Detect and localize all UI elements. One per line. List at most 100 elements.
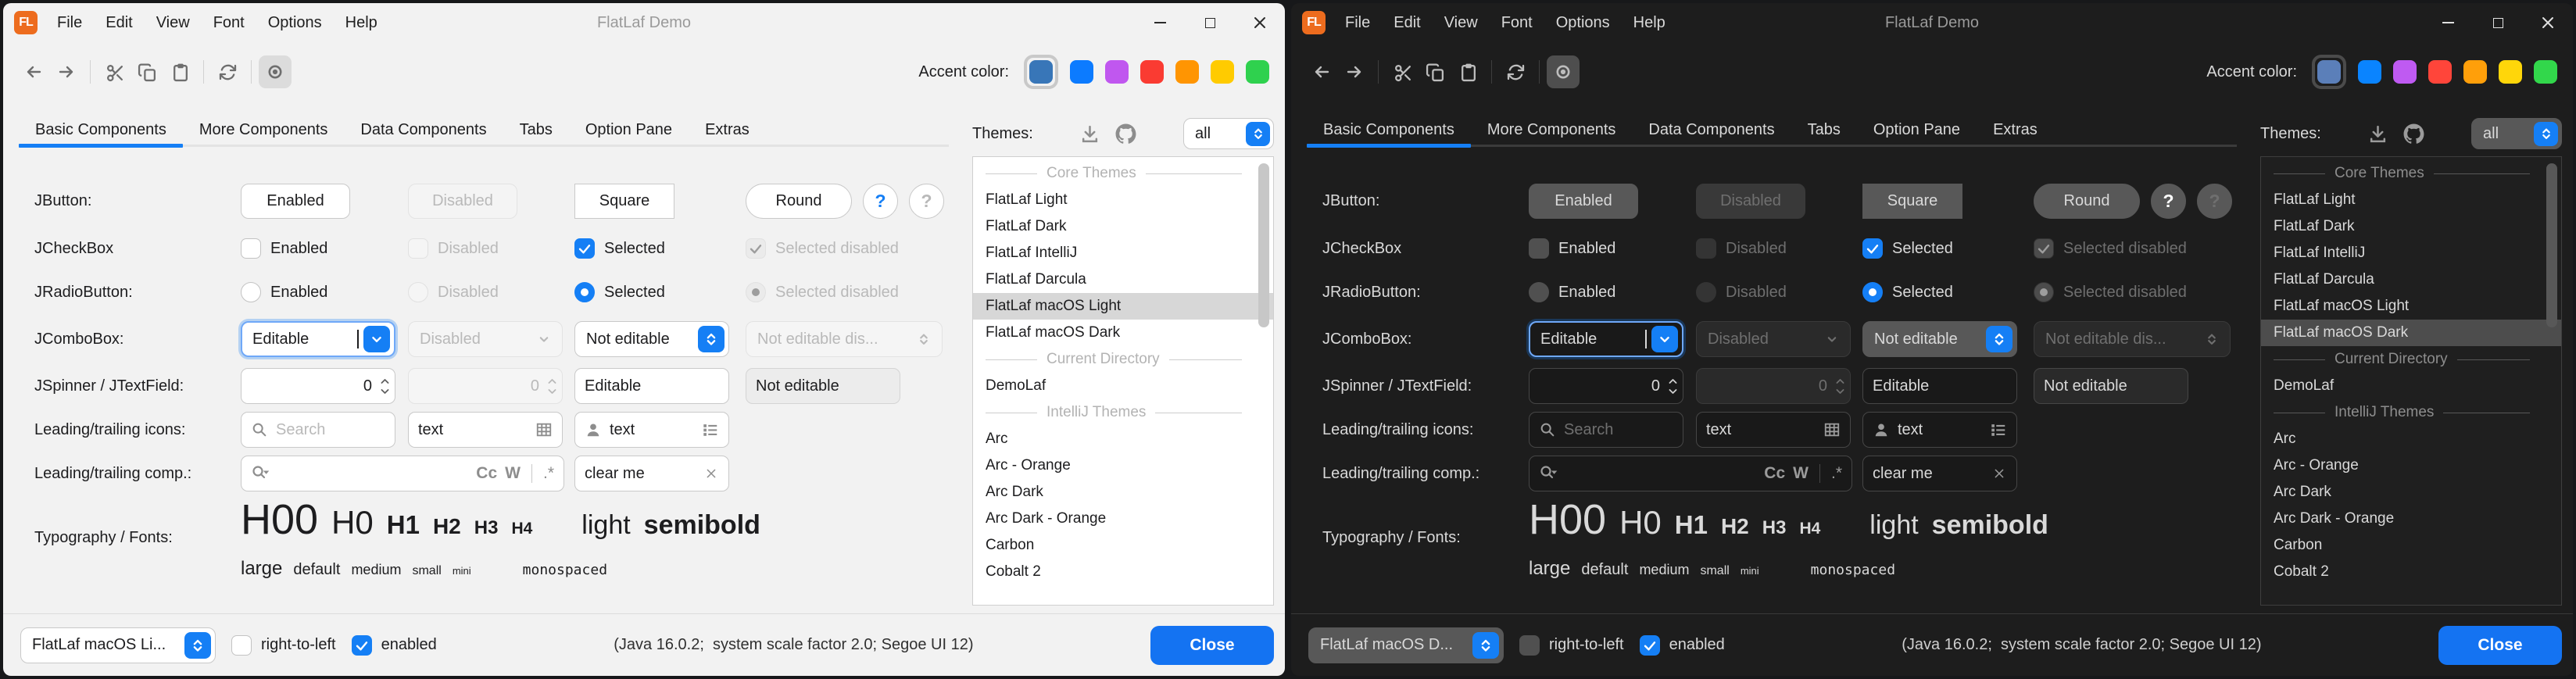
theme-item[interactable]: Arc - Orange [973, 452, 1273, 479]
close-button[interactable]: Close [1150, 626, 1274, 665]
download-icon[interactable] [2368, 124, 2388, 144]
theme-item[interactable]: FlatLaf IntelliJ [2261, 240, 2561, 266]
theme-item[interactable]: FlatLaf Light [973, 187, 1273, 213]
enabled-button[interactable]: Enabled [1529, 184, 1638, 219]
checkbox-enabled[interactable]: Enabled [1529, 238, 1615, 259]
search-input[interactable]: Search [241, 412, 395, 448]
tab-data-components[interactable]: Data Components [344, 121, 503, 152]
theme-item[interactable]: FlatLaf Darcula [973, 266, 1273, 293]
theme-item[interactable]: FlatLaf Light [2261, 187, 2561, 213]
accent-swatch-orange[interactable] [2463, 60, 2487, 84]
chevron-updown-icon[interactable] [2534, 122, 2558, 146]
theme-item[interactable]: FlatLaf IntelliJ [973, 240, 1273, 266]
back-icon[interactable] [17, 55, 50, 88]
theme-item[interactable]: Carbon [973, 532, 1273, 559]
spinner[interactable]: 0 [1529, 368, 1683, 404]
theme-item[interactable]: FlatLaf macOS Dark [973, 320, 1273, 346]
user-input[interactable]: text [1862, 412, 2017, 448]
tab-option-pane[interactable]: Option Pane [1857, 121, 1977, 152]
help-button[interactable]: ? [863, 184, 898, 219]
menu-font[interactable]: Font [202, 14, 256, 32]
chevron-down-icon[interactable] [1651, 326, 1678, 352]
accent-swatch-purple[interactable] [2393, 60, 2417, 84]
clear-me-input[interactable]: clear me [1862, 456, 2017, 491]
radio-enabled[interactable]: Enabled [1529, 282, 1615, 302]
github-icon[interactable] [1115, 123, 1136, 145]
theme-item[interactable]: Cobalt 2 [2261, 559, 2561, 585]
accent-swatch-orange[interactable] [1175, 60, 1199, 84]
cut-icon[interactable] [98, 55, 131, 88]
search-dropdown-icon[interactable] [1539, 464, 1558, 483]
menu-file[interactable]: File [45, 14, 94, 32]
copy-icon[interactable] [1419, 55, 1451, 88]
chevron-updown-icon[interactable] [184, 632, 211, 659]
enabled-button[interactable]: Enabled [241, 184, 350, 219]
spinner-arrows-icon[interactable] [380, 377, 390, 395]
list-icon[interactable] [1990, 421, 2007, 438]
regex-button[interactable]: .* [543, 464, 554, 483]
theme-item[interactable]: Arc Dark [2261, 479, 2561, 506]
theme-item[interactable]: DemoLaf [973, 373, 1273, 399]
tab-data-components[interactable]: Data Components [1632, 121, 1791, 152]
theme-item[interactable]: Cobalt 2 [973, 559, 1273, 585]
radio-selected[interactable]: Selected [574, 282, 665, 302]
editable-combobox[interactable]: Editable [1529, 321, 1683, 357]
theme-item[interactable]: Arc Dark - Orange [2261, 506, 2561, 532]
cut-icon[interactable] [1386, 55, 1419, 88]
back-icon[interactable] [1305, 55, 1338, 88]
accent-swatch-purple[interactable] [1105, 60, 1129, 84]
theme-item[interactable]: Carbon [2261, 532, 2561, 559]
accent-swatch-red[interactable] [2428, 60, 2452, 84]
accent-swatch-blue[interactable] [1070, 60, 1093, 84]
spinner-arrows-icon[interactable] [1668, 377, 1678, 395]
close-window-button[interactable] [1235, 3, 1285, 42]
search-with-options-input[interactable]: CcW.* [241, 456, 564, 491]
tab-tabs[interactable]: Tabs [1791, 121, 1857, 152]
table-icon[interactable] [1823, 421, 1841, 438]
themes-filter-combobox[interactable]: all [1183, 118, 1274, 149]
menu-edit[interactable]: Edit [94, 14, 144, 32]
close-button[interactable]: Close [2438, 626, 2562, 665]
show-hidden-toggle-icon[interactable] [1547, 55, 1580, 88]
chevron-updown-icon[interactable] [698, 326, 724, 352]
menu-help[interactable]: Help [334, 14, 389, 32]
menu-file[interactable]: File [1333, 14, 1382, 32]
theme-item[interactable]: DemoLaf [2261, 373, 2561, 399]
enabled-checkbox[interactable]: enabled [1640, 635, 1725, 656]
list-icon[interactable] [702, 421, 719, 438]
accent-swatch-selected[interactable] [2312, 55, 2346, 89]
theme-item[interactable]: Arc Dark - Orange [973, 506, 1273, 532]
forward-icon[interactable] [1338, 55, 1371, 88]
show-hidden-toggle-icon[interactable] [259, 55, 292, 88]
maximize-button[interactable] [2473, 3, 2523, 42]
accent-swatch-yellow[interactable] [1211, 60, 1234, 84]
menu-edit[interactable]: Edit [1382, 14, 1432, 32]
enabled-checkbox[interactable]: enabled [352, 635, 437, 656]
clear-me-input[interactable]: clear me [574, 456, 729, 491]
theme-item-selected[interactable]: FlatLaf macOS Light [973, 293, 1273, 320]
menu-font[interactable]: Font [1490, 14, 1544, 32]
menu-view[interactable]: View [145, 14, 202, 32]
theme-item[interactable]: FlatLaf Dark [973, 213, 1273, 240]
checkbox-selected[interactable]: Selected [574, 238, 665, 259]
accent-swatch-selected[interactable] [1024, 55, 1058, 89]
close-window-button[interactable] [2523, 3, 2573, 42]
github-icon[interactable] [2403, 123, 2424, 145]
paste-icon[interactable] [163, 55, 196, 88]
right-to-left-checkbox[interactable]: right-to-left [231, 635, 336, 656]
checkbox-enabled[interactable]: Enabled [241, 238, 327, 259]
refresh-icon[interactable] [211, 55, 244, 88]
whole-word-button[interactable]: W [1793, 464, 1809, 483]
scrollbar-thumb[interactable] [2546, 163, 2557, 327]
download-icon[interactable] [1080, 124, 1100, 144]
menu-view[interactable]: View [1433, 14, 1490, 32]
search-input[interactable]: Search [1529, 412, 1683, 448]
radio-selected[interactable]: Selected [1862, 282, 1953, 302]
chevron-updown-icon[interactable] [1246, 122, 1270, 146]
accent-swatch-blue[interactable] [2358, 60, 2381, 84]
accent-swatch-yellow[interactable] [2499, 60, 2522, 84]
theme-item[interactable]: Arc - Orange [2261, 452, 2561, 479]
regex-button[interactable]: .* [1831, 464, 1842, 483]
theme-combobox[interactable]: FlatLaf macOS D... [1308, 627, 1504, 663]
tab-more-components[interactable]: More Components [183, 121, 345, 152]
